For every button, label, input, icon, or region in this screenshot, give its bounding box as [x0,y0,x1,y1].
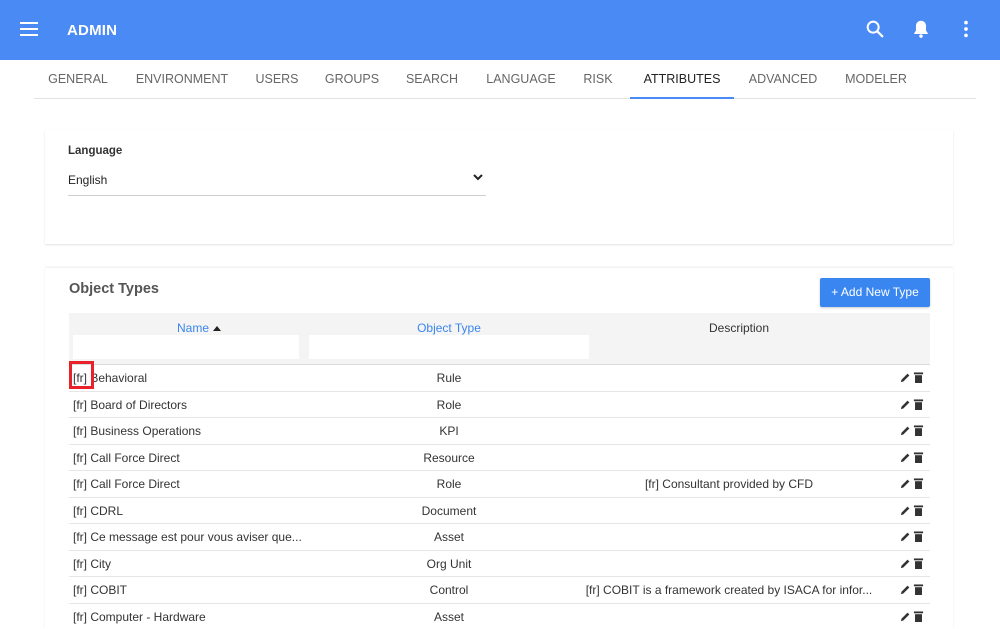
name-cell: [fr] Computer - Hardware [73,609,206,624]
tab-modeler[interactable]: MODELER [838,60,914,99]
table-row[interactable]: [fr] Behavioral Rule [69,361,930,392]
name-cell: [fr] Board of Directors [73,397,188,412]
trash-icon[interactable] [913,530,924,543]
trash-icon[interactable] [913,398,924,411]
pencil-icon[interactable] [900,398,911,411]
name-cell: [fr] CDRL [73,503,124,518]
name-cell: [fr] City [73,556,111,571]
column-header-object-type[interactable]: Object Type [369,321,529,335]
object-type-cell: Document [421,503,477,518]
trash-icon[interactable] [913,424,924,437]
column-header-description: Description [708,321,770,335]
column-header-name[interactable]: Name [129,321,269,335]
name-cell: [fr] COBIT [73,583,127,597]
object-type-cell: Role [436,397,462,412]
description-cell: [fr] COBIT is a framework created by ISA… [585,583,873,597]
name-cell: [fr] Call Force Direct [73,477,180,491]
trash-icon[interactable] [913,477,924,490]
app-header: ADMIN [0,0,1000,60]
name-cell: [fr] Business Operations [73,424,202,438]
language-select[interactable]: English [68,168,486,196]
description-cell: [fr] Consultant provided by CFD [644,477,814,491]
pencil-icon[interactable] [900,610,911,623]
tab-language[interactable]: LANGUAGE [477,60,565,99]
language-label: Language [68,145,123,157]
chevron-down-icon [473,174,483,181]
trash-icon[interactable] [913,583,924,596]
table-row[interactable]: [fr] Business Operations KPI [69,418,930,445]
pencil-icon[interactable] [900,504,911,517]
sort-ascending-icon [213,326,221,332]
trash-icon[interactable] [913,557,924,570]
tab-groups[interactable]: GROUPS [318,60,386,99]
object-type-cell: Rule [436,371,462,385]
name-cell: [fr] Call Force Direct [73,450,180,465]
bell-icon[interactable] [910,18,932,40]
pencil-icon[interactable] [900,477,911,490]
tab-general[interactable]: GENERAL [34,60,122,99]
object-type-cell: Control [429,583,469,597]
table-body: [fr] Behavioral Rule [fr] Board of Direc… [69,361,930,629]
tab-search[interactable]: SEARCH [399,60,465,99]
table-row[interactable]: [fr] Call Force Direct Role [fr] Consult… [69,471,930,498]
highlight-box [69,361,94,389]
language-selected-value: English [68,173,108,187]
admin-tabs: GENERAL ENVIRONMENT USERS GROUPS SEARCH … [34,60,976,99]
object-type-filter-input[interactable] [309,335,589,359]
table-header: Name Object Type Description [69,313,930,365]
section-title: Object Types [69,281,159,297]
pencil-icon[interactable] [900,371,911,384]
object-types-card: Object Types + Add New Type Name Object … [45,268,953,629]
trash-icon[interactable] [913,451,924,464]
trash-icon[interactable] [913,504,924,517]
name-cell: [fr] Behavioral [73,371,148,385]
page-title: ADMIN [67,22,118,39]
pencil-icon[interactable] [900,530,911,543]
name-filter-input[interactable] [73,335,299,359]
pencil-icon[interactable] [900,557,911,570]
pencil-icon[interactable] [900,451,911,464]
object-type-cell: KPI [439,424,459,438]
object-type-cell: Role [436,477,462,491]
tab-attributes[interactable]: ATTRIBUTES [630,60,734,99]
table-row[interactable]: [fr] Board of Directors Role [69,392,930,418]
hamburger-menu-icon[interactable] [20,22,38,36]
object-type-cell: Org Unit [426,556,472,571]
tab-advanced[interactable]: ADVANCED [741,60,825,99]
tab-risk[interactable]: RISK [575,60,621,99]
object-type-cell: Asset [433,609,464,624]
column-header-name-label: Name [176,321,209,335]
table-row[interactable]: [fr] COBIT Control [fr] COBIT is a frame… [69,577,930,604]
name-cell: [fr] Ce message est pour vous aviser que… [73,530,302,544]
table-row[interactable]: [fr] City Org Unit [69,551,930,577]
object-type-cell: Resource [423,450,475,465]
search-icon[interactable] [864,18,886,40]
pencil-icon[interactable] [900,424,911,437]
table-row[interactable]: [fr] Call Force Direct Resource [69,445,930,471]
language-card: Language English [45,130,953,244]
add-new-type-button[interactable]: + Add New Type [820,278,930,307]
table-row[interactable]: [fr] Computer - Hardware Asset [69,604,930,629]
tab-environment[interactable]: ENVIRONMENT [130,60,234,99]
tab-users[interactable]: USERS [248,60,306,99]
more-vertical-icon[interactable] [955,18,977,40]
trash-icon[interactable] [913,371,924,384]
pencil-icon[interactable] [900,583,911,596]
table-row[interactable]: [fr] CDRL Document [69,498,930,524]
trash-icon[interactable] [913,610,924,623]
table-row[interactable]: [fr] Ce message est pour vous aviser que… [69,524,930,551]
object-type-cell: Asset [433,530,464,544]
